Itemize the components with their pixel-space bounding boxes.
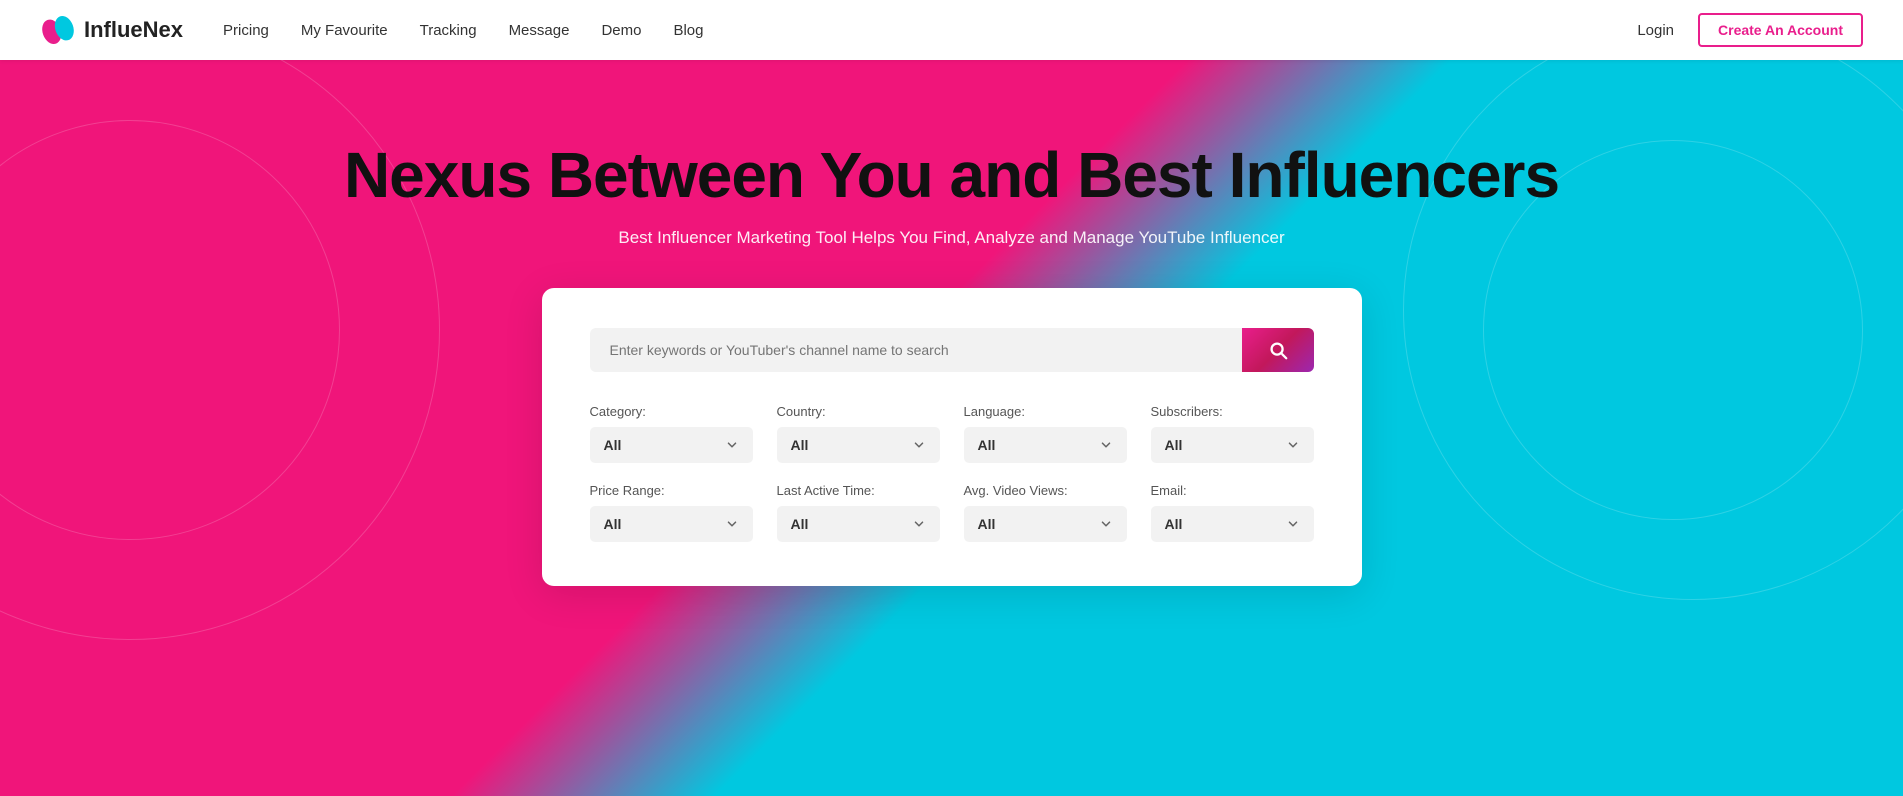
filter-category-label: Category: [590, 404, 753, 419]
chevron-down-icon [1099, 517, 1113, 531]
nav-message[interactable]: Message [509, 22, 570, 39]
hero-title: Nexus Between You and Best Influencers [344, 140, 1559, 210]
logo-text: InflueNex [84, 17, 183, 43]
nav-pricing[interactable]: Pricing [223, 22, 269, 39]
nav-demo[interactable]: Demo [601, 22, 641, 39]
search-button[interactable] [1242, 328, 1314, 372]
filter-language-label: Language: [964, 404, 1127, 419]
filter-price-range-label: Price Range: [590, 483, 753, 498]
create-account-button[interactable]: Create An Account [1698, 13, 1863, 47]
filter-price-range: Price Range: All [590, 483, 753, 542]
filter-avg-video-views-label: Avg. Video Views: [964, 483, 1127, 498]
filter-subscribers-label: Subscribers: [1151, 404, 1314, 419]
filter-email-label: Email: [1151, 483, 1314, 498]
filter-subscribers: Subscribers: All [1151, 404, 1314, 463]
hero-section: Nexus Between You and Best Influencers B… [0, 60, 1903, 796]
navbar: InflueNex Pricing My Favourite Tracking … [0, 0, 1903, 60]
filter-email-value: All [1165, 516, 1183, 532]
filter-avg-video-views-select[interactable]: All [964, 506, 1127, 542]
filter-last-active-label: Last Active Time: [777, 483, 940, 498]
hero-title-white: Nexus Between You and [344, 139, 1077, 211]
login-link[interactable]: Login [1637, 22, 1674, 39]
filter-avg-video-views: Avg. Video Views: All [964, 483, 1127, 542]
filter-price-range-select[interactable]: All [590, 506, 753, 542]
search-row [590, 328, 1314, 372]
filter-subscribers-value: All [1165, 437, 1183, 453]
filter-category-value: All [604, 437, 622, 453]
nav-blog[interactable]: Blog [673, 22, 703, 39]
chevron-down-icon [725, 517, 739, 531]
filter-language-value: All [978, 437, 996, 453]
search-input[interactable] [590, 328, 1242, 372]
nav-tracking[interactable]: Tracking [420, 22, 477, 39]
chevron-down-icon [1286, 438, 1300, 452]
search-icon [1267, 339, 1289, 361]
filter-last-active-select[interactable]: All [777, 506, 940, 542]
search-card: Category: All Country: All [542, 288, 1362, 586]
navbar-actions: Login Create An Account [1637, 13, 1863, 47]
hero-title-dark: Best Influencers [1077, 139, 1559, 211]
filter-category-select[interactable]: All [590, 427, 753, 463]
filter-country: Country: All [777, 404, 940, 463]
filter-email: Email: All [1151, 483, 1314, 542]
chevron-down-icon [1286, 517, 1300, 531]
logo-icon [40, 12, 76, 48]
filter-email-select[interactable]: All [1151, 506, 1314, 542]
filter-category: Category: All [590, 404, 753, 463]
filter-price-range-value: All [604, 516, 622, 532]
filter-country-value: All [791, 437, 809, 453]
nav-my-favourite[interactable]: My Favourite [301, 22, 388, 39]
filter-avg-video-views-value: All [978, 516, 996, 532]
logo-link[interactable]: InflueNex [40, 12, 183, 48]
filter-country-select[interactable]: All [777, 427, 940, 463]
chevron-down-icon [725, 438, 739, 452]
filter-subscribers-select[interactable]: All [1151, 427, 1314, 463]
filter-last-active-time: Last Active Time: All [777, 483, 940, 542]
main-nav: Pricing My Favourite Tracking Message De… [223, 22, 1637, 39]
filter-language-select[interactable]: All [964, 427, 1127, 463]
filter-last-active-value: All [791, 516, 809, 532]
filter-country-label: Country: [777, 404, 940, 419]
chevron-down-icon [912, 517, 926, 531]
hero-content: Nexus Between You and Best Influencers B… [0, 60, 1903, 586]
chevron-down-icon [1099, 438, 1113, 452]
filter-language: Language: All [964, 404, 1127, 463]
hero-subtitle: Best Influencer Marketing Tool Helps You… [618, 228, 1284, 248]
filter-grid: Category: All Country: All [590, 404, 1314, 542]
chevron-down-icon [912, 438, 926, 452]
